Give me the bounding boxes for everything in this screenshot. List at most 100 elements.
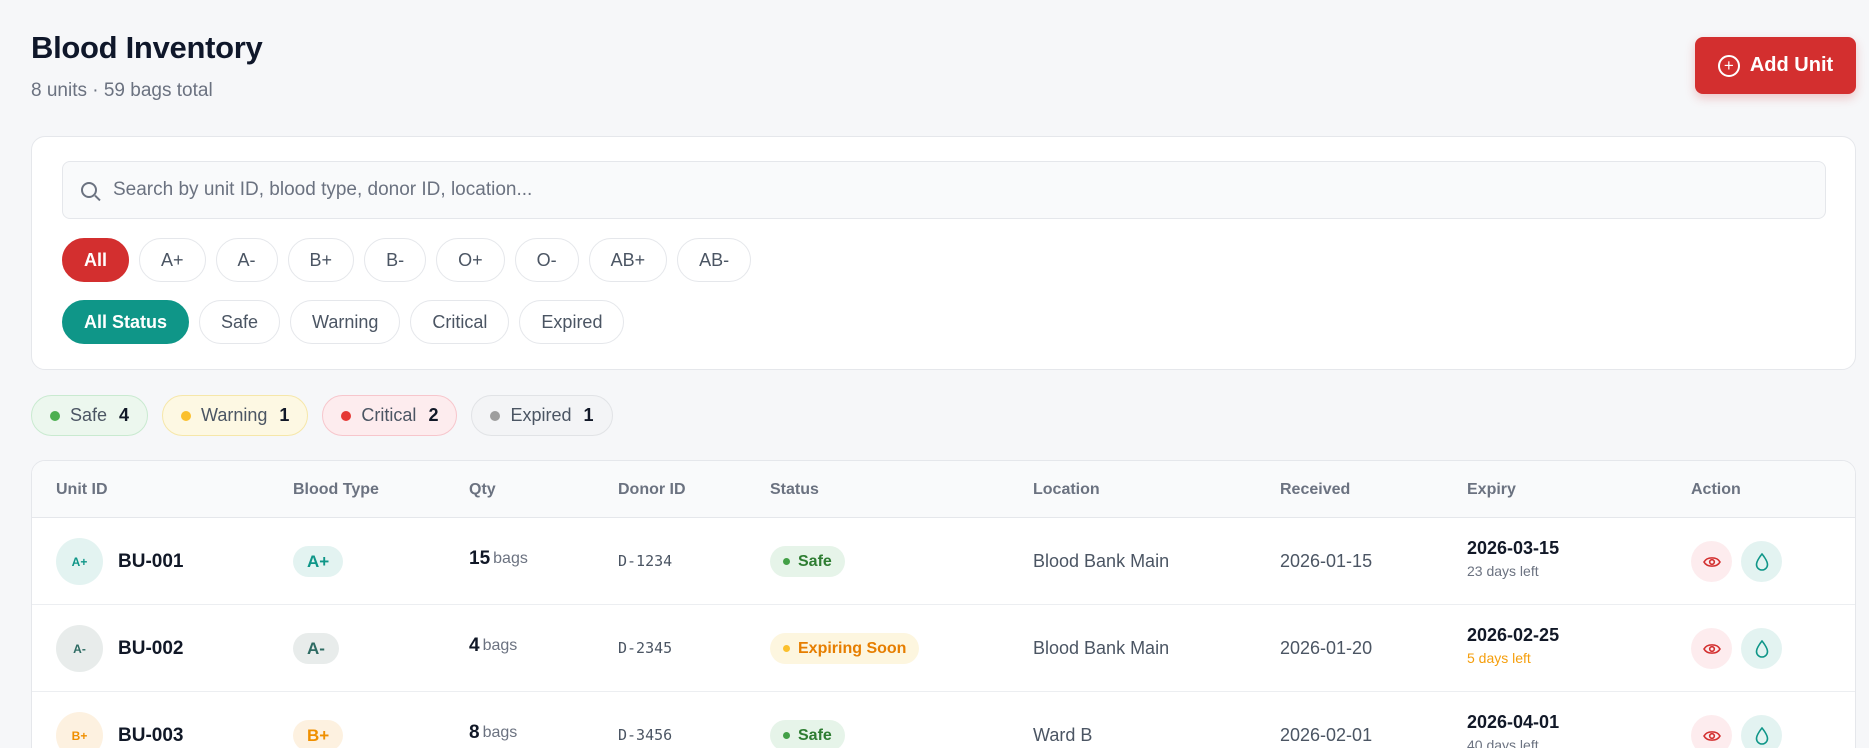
status-label: Safe — [798, 552, 832, 570]
search-input[interactable] — [113, 179, 1713, 201]
unit-id: BU-002 — [118, 637, 184, 659]
qty-value: 4 — [469, 635, 480, 656]
status-dot — [783, 558, 790, 565]
status-chip-warning[interactable]: Warning — [290, 300, 401, 344]
filter-card: All A+ A- B+ B- O+ O- AB+ AB- All Status… — [31, 136, 1856, 370]
days-left: 23 days left — [1467, 563, 1539, 579]
expiry-cell: 2026-04-01 40 days left — [1467, 712, 1559, 748]
status-cell: Safe — [770, 546, 845, 577]
location: Ward B — [1033, 725, 1093, 745]
column-header-donor-id[interactable]: Donor ID — [618, 481, 686, 499]
status-chip-all[interactable]: All Status — [62, 300, 190, 344]
column-header-unit-id[interactable]: Unit ID — [56, 481, 108, 499]
qty-cell: 15 bags — [469, 548, 528, 570]
column-header-expiry[interactable]: Expiry — [1467, 481, 1516, 499]
filter-chip-b-pos[interactable]: B+ — [287, 238, 355, 282]
filter-chip-o-neg[interactable]: O- — [514, 238, 579, 282]
status-filters: All Status Safe Warning Critical Expired — [62, 300, 625, 344]
filter-chip-all[interactable]: All — [62, 238, 130, 282]
status-chip-expired[interactable]: Expired — [519, 300, 625, 344]
summary-label: Safe — [70, 405, 108, 425]
table-row[interactable]: A- BU-002 A- 4 bags D-2345 Expiring Soon … — [32, 605, 1855, 692]
summary-pill-warning[interactable]: Warning 1 — [162, 395, 309, 436]
qty-unit: bags — [482, 637, 518, 654]
expiry-date: 2026-02-25 — [1467, 625, 1560, 645]
summary-pill-expired[interactable]: Expired 1 — [471, 395, 613, 436]
column-header-action: Action — [1691, 481, 1741, 498]
summary-pill-safe[interactable]: Safe 4 — [31, 395, 149, 436]
table-row[interactable]: A+ BU-001 A+ 15 bags D-1234 Safe Blood Ba… — [32, 518, 1855, 605]
dispense-button[interactable] — [1741, 541, 1782, 582]
filter-chip-b-neg[interactable]: B- — [364, 238, 427, 282]
summary-count: 1 — [279, 405, 290, 425]
unit-id: BU-003 — [118, 724, 184, 746]
received-date: 2026-02-01 — [1280, 725, 1373, 745]
status-dot — [50, 410, 60, 421]
view-button[interactable] — [1691, 541, 1732, 582]
donor-id: D-2345 — [618, 639, 673, 657]
view-button[interactable] — [1691, 715, 1732, 748]
page-title: Blood Inventory — [31, 30, 263, 65]
status-label: Expiring Soon — [798, 639, 907, 657]
location: Blood Bank Main — [1033, 551, 1170, 571]
blood-type-badge: B+ — [293, 720, 344, 748]
donor-id: D-3456 — [618, 726, 673, 744]
filter-chip-a-pos[interactable]: A+ — [139, 238, 206, 282]
unit-id: BU-001 — [118, 550, 184, 572]
eye-icon — [1702, 556, 1721, 567]
status-badge: Safe — [770, 546, 845, 577]
filter-chip-a-neg[interactable]: A- — [215, 238, 278, 282]
droplet-icon — [1755, 726, 1768, 745]
unit-cell: A- BU-002 — [56, 625, 183, 672]
droplet-icon — [1755, 552, 1768, 571]
dispense-button[interactable] — [1741, 628, 1782, 669]
qty-cell: 8 bags — [469, 722, 517, 744]
received-date: 2026-01-20 — [1280, 638, 1373, 658]
column-header-qty[interactable]: Qty — [469, 481, 496, 499]
filter-chip-o-pos[interactable]: O+ — [436, 238, 505, 282]
status-chip-safe[interactable]: Safe — [199, 300, 281, 344]
status-dot — [490, 410, 501, 421]
table-header: Unit ID Blood Type Qty Donor ID Status L… — [32, 461, 1855, 518]
qty-unit: bags — [493, 550, 528, 567]
filter-chip-ab-neg[interactable]: AB- — [677, 238, 752, 282]
donor-id: D-1234 — [618, 552, 673, 570]
blood-type-badge: A+ — [293, 546, 344, 577]
droplet-icon — [1755, 639, 1768, 658]
add-unit-button[interactable]: + Add Unit — [1695, 37, 1856, 94]
status-chip-critical[interactable]: Critical — [410, 300, 510, 344]
qty-unit: bags — [482, 724, 518, 741]
column-header-status[interactable]: Status — [770, 481, 819, 499]
status-cell: Expiring Soon — [770, 633, 920, 664]
column-header-blood-type[interactable]: Blood Type — [293, 481, 379, 499]
qty-value: 15 — [469, 548, 491, 569]
filter-chip-ab-pos[interactable]: AB+ — [588, 238, 668, 282]
summary-count: 2 — [428, 405, 439, 425]
table-row[interactable]: B+ BU-003 B+ 8 bags D-3456 Safe Ward B 20… — [32, 692, 1855, 748]
blood-type-cell: A+ — [293, 546, 344, 577]
summary-pill-critical[interactable]: Critical 2 — [322, 395, 458, 436]
expiry-cell: 2026-02-25 5 days left — [1467, 625, 1559, 666]
column-header-received[interactable]: Received — [1280, 481, 1350, 499]
blood-type-filters: All A+ A- B+ B- O+ O- AB+ AB- — [62, 238, 752, 282]
qty-value: 8 — [469, 722, 480, 743]
summary-count: 4 — [119, 405, 130, 425]
days-left: 5 days left — [1467, 650, 1531, 666]
add-unit-label: Add Unit — [1749, 54, 1834, 76]
status-label: Safe — [798, 726, 832, 744]
action-cell — [1691, 541, 1782, 582]
location: Blood Bank Main — [1033, 638, 1170, 658]
status-dot — [181, 410, 192, 421]
expiry-date: 2026-04-01 — [1467, 712, 1560, 732]
inventory-table: Unit ID Blood Type Qty Donor ID Status L… — [31, 460, 1856, 748]
plus-circle-icon: + — [1717, 54, 1740, 77]
view-button[interactable] — [1691, 628, 1732, 669]
expiry-date: 2026-03-15 — [1467, 538, 1560, 558]
status-dot — [341, 410, 352, 421]
dispense-button[interactable] — [1741, 715, 1782, 748]
summary-count: 1 — [583, 405, 594, 425]
search-bar[interactable] — [62, 161, 1826, 219]
column-header-location[interactable]: Location — [1033, 481, 1100, 499]
status-dot — [783, 645, 790, 652]
action-cell — [1691, 715, 1782, 748]
